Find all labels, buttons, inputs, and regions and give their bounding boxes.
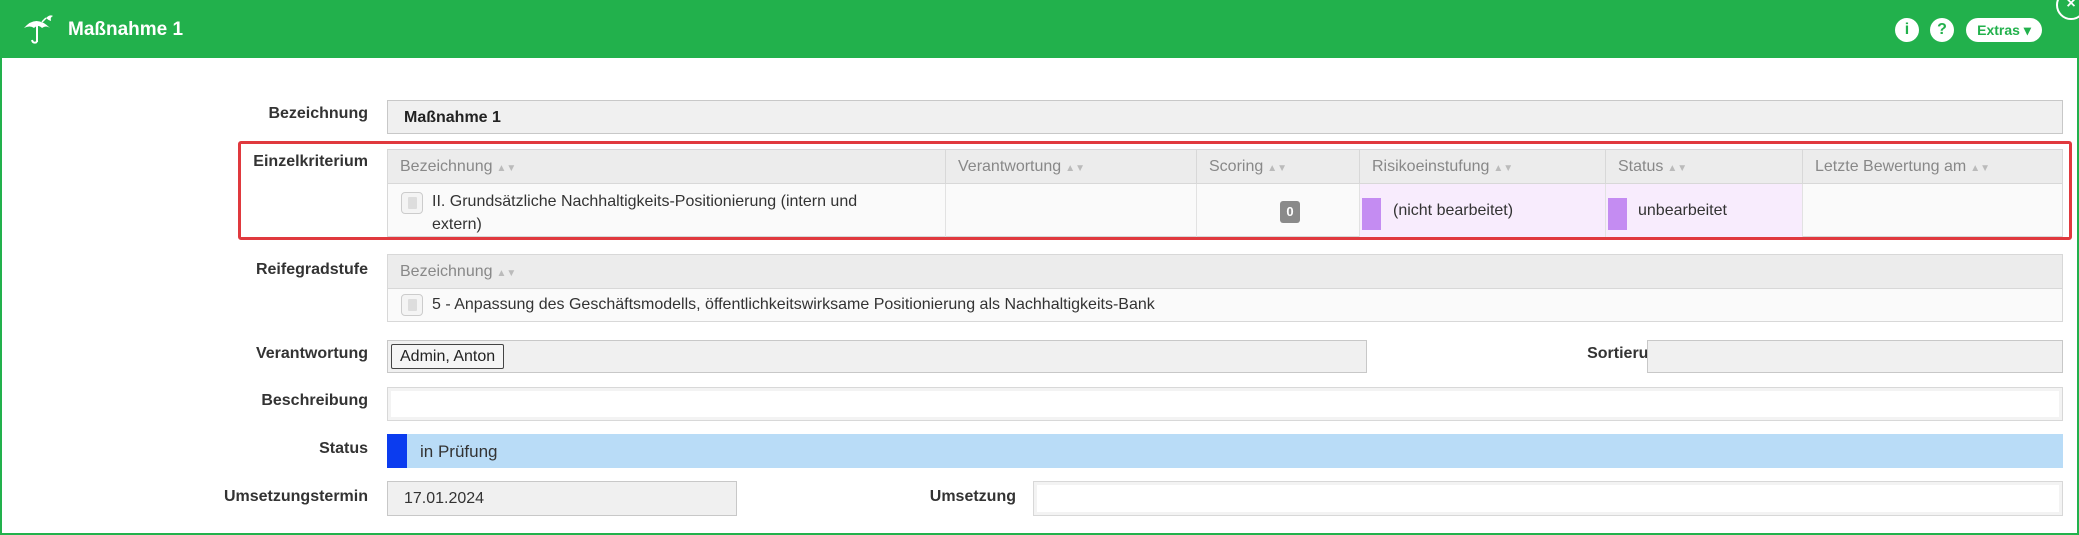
reifegradstufe-grid: Bezeichnung ▲▼ 5 - Anpassung des Geschäft… [387,254,2063,322]
highlight-box [238,141,2072,240]
grid-header: Bezeichnung ▲▼ [388,255,2062,289]
dialog-window: Maßnahme 1 i ? Extras ▾ × Bezeichnung Ma… [0,0,2079,535]
status-value: in Prüfung [420,442,498,461]
umbrella-bird-icon [24,15,53,44]
umsetzungstermin-label: Umsetzungstermin [223,488,368,505]
beschreibung-field[interactable] [387,387,2063,421]
sortierung-label: Sortierung [1587,345,1668,362]
table-row[interactable]: 5 - Anpassung des Geschäftsmodells, öffe… [388,289,2062,321]
column-header-bezeichnung[interactable]: Bezeichnung ▲▼ [388,255,588,289]
status-field[interactable]: in Prüfung [387,434,2063,468]
info-icon[interactable]: i [1895,18,1919,42]
beschreibung-label: Beschreibung [261,392,368,409]
reifegradstufe-label: Reifegradstufe [255,261,368,278]
bezeichnung-value: Maßnahme 1 [404,109,501,126]
extras-button[interactable]: Extras ▾ [1966,18,2042,42]
umsetzung-label: Umsetzung [929,488,1016,505]
verantwortung-label: Verantwortung [255,345,368,362]
bezeichnung-label: Bezeichnung [268,105,368,122]
help-icon[interactable]: ? [1930,18,1954,42]
sortierung-field[interactable] [1647,340,2063,373]
title-bar: Maßnahme 1 i ? Extras ▾ [2,2,2077,58]
sort-icon[interactable]: ▲▼ [497,268,517,279]
status-color-swatch [387,434,407,468]
umsetzung-field[interactable] [1033,481,2063,516]
umsetzungstermin-field[interactable]: 17.01.2024 [387,481,737,516]
verantwortung-tag[interactable]: Admin, Anton [391,344,505,369]
window-title: Maßnahme 1 [68,19,184,40]
status-label: Status [319,440,368,457]
verantwortung-field[interactable]: Admin, Anton [387,340,1367,373]
bezeichnung-field[interactable]: Maßnahme 1 [387,100,2063,134]
reifegradstufe-value: 5 - Anpassung des Geschäftsmodells, öffe… [432,296,1155,313]
document-icon [401,294,423,316]
